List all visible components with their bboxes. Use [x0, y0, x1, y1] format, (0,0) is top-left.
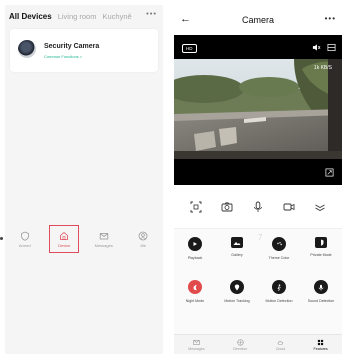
home-icon [60, 231, 69, 240]
bottom-navigation: Armed Device Messages Me [5, 224, 163, 254]
video-controls [312, 43, 336, 52]
cloud-icon [277, 340, 283, 345]
btab-label: Features [313, 346, 328, 351]
feature-label: Theme Color [268, 256, 290, 260]
feature-playback[interactable]: Playback [174, 237, 216, 266]
gallery-icon [231, 237, 243, 248]
common-functions-link[interactable]: Common Functions > [44, 54, 82, 59]
more-options-button[interactable]: ••• [325, 14, 336, 23]
tab-all-devices[interactable]: All Devices [9, 12, 52, 21]
camera-header: ← Camera ••• [174, 5, 342, 35]
nav-messages-label: Messages [94, 242, 113, 248]
btab-cloud[interactable]: Cloud [276, 339, 285, 351]
device-card-security-camera[interactable]: Security Camera Common Functions > [10, 29, 158, 72]
feature-motion-tracking[interactable]: Motion Tracking [216, 280, 258, 309]
btab-label: Direction [233, 346, 248, 351]
nav-device[interactable]: Device [49, 225, 80, 253]
side-dot [0, 237, 3, 240]
live-video-player[interactable]: HD 1k KB/S [174, 35, 342, 185]
camera-feed-image [174, 59, 342, 159]
expand-chevrons-icon[interactable] [314, 201, 326, 213]
back-arrow-icon[interactable]: ← [180, 13, 191, 25]
feature-grid: Playback Gallery Theme Color Private Mod… [174, 237, 342, 309]
nav-armed[interactable]: Armed [11, 226, 39, 252]
nav-me[interactable]: Me [129, 226, 157, 252]
sound-icon [314, 280, 328, 294]
feature-panel: 7 Playback Gallery Theme Color Private M… [174, 229, 342, 335]
palette-icon [272, 237, 286, 251]
nav-device-label: Device [58, 242, 71, 248]
page-title: Camera [241, 15, 274, 25]
feature-night-mode[interactable]: Night Mode [174, 280, 216, 309]
feature-label: Private Mode [310, 253, 332, 257]
hd-quality-button[interactable]: HD [182, 44, 197, 53]
play-icon [188, 237, 202, 251]
feature-private-mode[interactable]: Private Mode [300, 237, 342, 266]
nav-armed-label: Armed [18, 242, 31, 248]
mail-icon [99, 232, 108, 239]
nav-me-label: Me [140, 242, 147, 248]
grid-icon [318, 339, 324, 345]
motion-icon [272, 280, 286, 294]
btab-label: Messages [188, 346, 205, 351]
btab-direction[interactable]: Direction [233, 338, 248, 351]
feature-label: Gallery [231, 253, 243, 257]
camera-bottom-tabs: Messages Direction Cloud Features [174, 334, 342, 354]
video-record-icon[interactable] [283, 201, 295, 213]
screenshot-icon[interactable] [190, 201, 202, 213]
tab-living-room[interactable]: Living room [58, 12, 97, 21]
user-icon [138, 231, 148, 240]
feature-label: Motion Detection [265, 299, 293, 303]
speaker-mute-icon[interactable] [312, 43, 321, 52]
feature-label: Playback [187, 256, 203, 260]
bitrate-readout: 1k KB/S [313, 65, 332, 71]
nav-messages[interactable]: Messages [90, 226, 118, 252]
left-phone-screen: All Devices Living room Kuchyně ••• Secu… [5, 5, 163, 354]
camera-icon[interactable] [221, 201, 233, 213]
feature-motion-detection[interactable]: Motion Detection [258, 280, 300, 309]
camera-toolbar [174, 185, 342, 229]
camera-thumbnail [18, 40, 36, 58]
feature-sound-detection[interactable]: Sound Detection [300, 280, 342, 309]
feature-label: Night Mode [185, 299, 205, 303]
fullscreen-icon[interactable] [325, 168, 334, 177]
feature-label: Sound Detection [307, 299, 335, 303]
right-phone-screen: ← Camera ••• HD 1k KB/S 7 Playback Galle… [174, 5, 342, 354]
btab-messages[interactable]: Messages [188, 339, 205, 351]
location-pin-icon [230, 280, 244, 294]
device-name: Security Camera [44, 43, 100, 50]
message-icon [193, 339, 200, 345]
room-tabs: All Devices Living room Kuchyně ••• [9, 9, 159, 23]
btab-label: Cloud [275, 346, 286, 351]
feature-theme-color[interactable]: Theme Color [258, 237, 300, 266]
night-mode-icon [188, 280, 202, 294]
tab-kuchyne[interactable]: Kuchyně [102, 12, 131, 21]
microphone-icon[interactable] [252, 201, 264, 213]
private-icon [315, 237, 327, 248]
btab-features[interactable]: Features [314, 339, 328, 351]
feature-label: Motion Tracking [224, 299, 250, 303]
feature-gallery[interactable]: Gallery [216, 237, 258, 266]
direction-icon [237, 338, 244, 346]
split-screen-icon[interactable] [327, 43, 336, 52]
shield-icon [20, 231, 29, 241]
more-options-button[interactable]: ••• [146, 9, 157, 18]
